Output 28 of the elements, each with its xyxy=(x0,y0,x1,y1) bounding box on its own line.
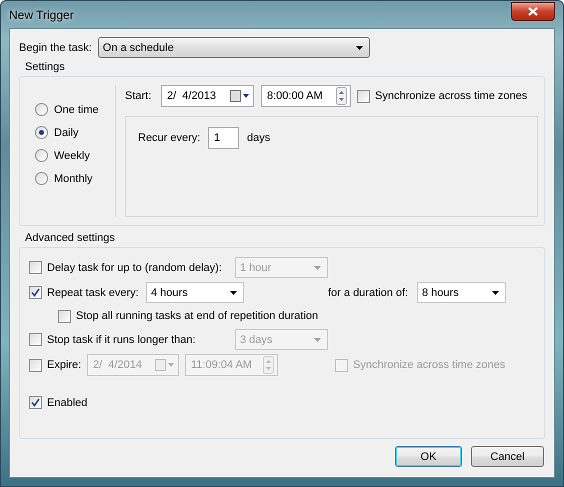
field-label: Start: xyxy=(125,90,152,102)
begin-task-dropdown[interactable]: On a schedule xyxy=(98,37,370,58)
checkbox-label: Repeat task every: xyxy=(47,286,139,298)
checkbox-label: Enabled xyxy=(47,396,88,408)
checkbox-label: Stop all running tasks at end of repetition duration xyxy=(76,310,318,322)
dialog-button[interactable]: OK xyxy=(395,446,462,467)
group-title: Advanced settings xyxy=(25,232,116,244)
repeat-interval-dropdown[interactable]: 4 hours xyxy=(146,282,244,303)
field-label: Recur every: xyxy=(138,132,202,144)
field-label: Begin the task: xyxy=(19,42,92,54)
dialog-button[interactable]: Cancel xyxy=(471,446,544,467)
start-date-field[interactable]: 2/ 4/2013 xyxy=(161,85,254,107)
checkbox-label: Stop task if it runs longer than: xyxy=(47,334,196,346)
radio-label: One time xyxy=(54,104,99,116)
duration-dropdown[interactable]: 8 hours xyxy=(417,282,506,303)
checkbox-label: Delay task for up to (random delay): xyxy=(47,262,222,274)
checkbox-label: Synchronize across time zones xyxy=(375,90,528,102)
radio-label: Daily xyxy=(54,126,78,138)
group-title: Settings xyxy=(25,61,66,73)
field-label: for a duration of: xyxy=(328,286,410,298)
radio-label: Weekly xyxy=(54,150,90,162)
checkbox-label: Expire: xyxy=(47,359,82,371)
start-time-field[interactable]: 8:00:00 AM xyxy=(261,85,351,107)
recur-days-field[interactable]: 1 xyxy=(208,127,239,149)
window-title: New Trigger xyxy=(9,8,74,22)
radio-label: Monthly xyxy=(54,172,93,184)
unit-label: days xyxy=(247,132,270,144)
checkbox-label: Synchronize across time zones xyxy=(353,359,506,371)
